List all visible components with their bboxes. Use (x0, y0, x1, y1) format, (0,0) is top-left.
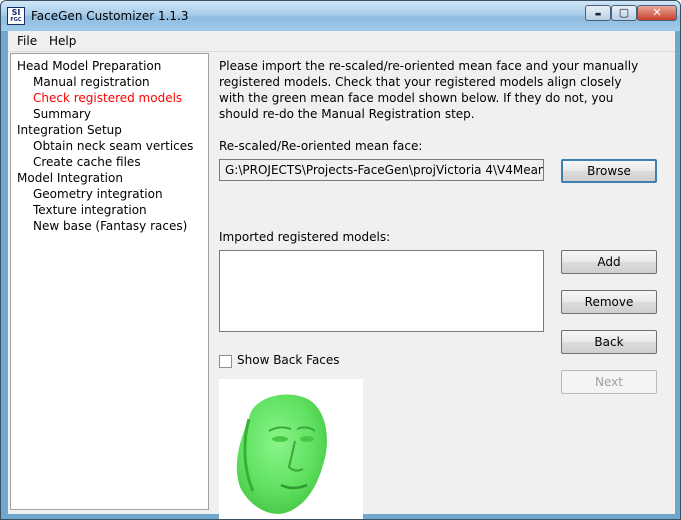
nav-check-registered-models[interactable]: Check registered models (33, 91, 182, 105)
minimize-icon: ▬ (594, 10, 602, 18)
app-window: SI FGC FaceGen Customizer 1.1.3 ▬ ▢ ✕ Fi… (0, 0, 681, 520)
nav-create-cache-files[interactable]: Create cache files (33, 155, 141, 169)
show-back-faces-checkbox[interactable] (219, 355, 232, 368)
face-preview-viewport[interactable] (219, 379, 363, 519)
maximize-icon: ▢ (618, 6, 630, 19)
eye-shape (300, 436, 314, 442)
maximize-button[interactable]: ▢ (611, 5, 637, 21)
close-button[interactable]: ✕ (637, 5, 677, 21)
nav-geometry-integration[interactable]: Geometry integration (33, 187, 163, 201)
wizard-steps-panel: Head Model Preparation Manual registrati… (10, 53, 209, 510)
add-button[interactable]: Add (561, 250, 657, 274)
menu-bar: File Help (8, 31, 675, 52)
nav-manual-registration[interactable]: Manual registration (33, 75, 150, 89)
eye-shape (272, 436, 288, 442)
client-area: File Help Head Model Preparation Manual … (8, 31, 675, 519)
app-logo-icon[interactable]: SI FGC (7, 7, 25, 25)
menu-file[interactable]: File (17, 34, 37, 48)
nav-model-integration[interactable]: Model Integration (17, 171, 123, 185)
window-title: FaceGen Customizer 1.1.3 (31, 9, 189, 23)
app-icon-bottom-text: FGC (10, 17, 22, 23)
mean-face-path-field[interactable]: G:\PROJECTS\Projects-FaceGen\projVictori… (219, 159, 544, 181)
nav-summary[interactable]: Summary (33, 107, 91, 121)
mean-face-label: Re-scaled/Re-oriented mean face: (219, 139, 423, 153)
face-surface (236, 394, 327, 514)
next-button[interactable]: Next (561, 370, 657, 394)
step-content: Please import the re-scaled/re-oriented … (218, 53, 670, 519)
app-icon-top-text: SI (11, 8, 21, 17)
mean-face-model (236, 394, 327, 514)
nav-head-model-preparation[interactable]: Head Model Preparation (17, 59, 161, 73)
menu-help[interactable]: Help (49, 34, 76, 48)
show-back-faces-label[interactable]: Show Back Faces (237, 353, 340, 367)
browse-button[interactable]: Browse (561, 159, 657, 183)
minimize-button[interactable]: ▬ (585, 5, 611, 21)
imported-models-label: Imported registered models: (219, 230, 391, 244)
nav-texture-integration[interactable]: Texture integration (33, 203, 147, 217)
nav-integration-setup[interactable]: Integration Setup (17, 123, 122, 137)
remove-button[interactable]: Remove (561, 290, 657, 314)
imported-models-list[interactable] (219, 250, 544, 332)
close-icon: ✕ (652, 6, 662, 19)
back-button[interactable]: Back (561, 330, 657, 354)
nav-obtain-neck-seam-vertices[interactable]: Obtain neck seam vertices (33, 139, 193, 153)
nav-new-base-fantasy-races[interactable]: New base (Fantasy races) (33, 219, 187, 233)
title-bar[interactable]: SI FGC FaceGen Customizer 1.1.3 ▬ ▢ ✕ (1, 1, 680, 31)
instructions-text: Please import the re-scaled/re-oriented … (219, 59, 639, 121)
